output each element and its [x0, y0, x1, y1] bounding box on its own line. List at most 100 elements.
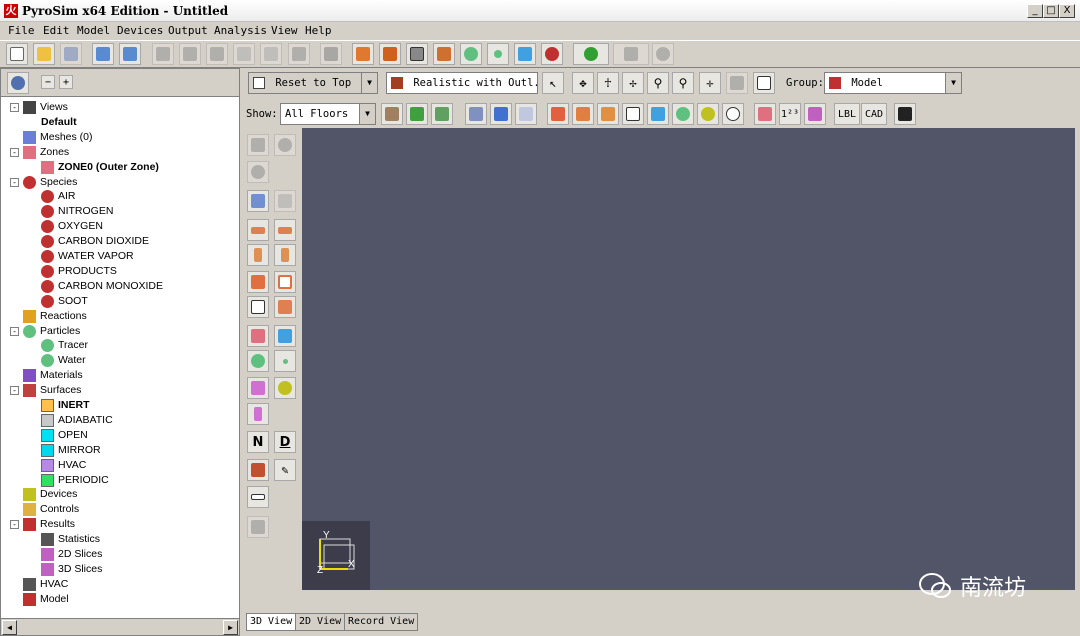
save-icon[interactable] — [60, 43, 82, 65]
mesh-split-icon[interactable] — [274, 190, 296, 212]
block-tool-icon[interactable] — [247, 271, 269, 293]
tree-item[interactable]: AIR — [41, 189, 76, 204]
render-mode-dropdown[interactable]: Realistic with Outl... — [386, 72, 538, 94]
expand-all-button[interactable]: + — [59, 75, 73, 89]
tree-item[interactable]: SOOT — [41, 294, 88, 309]
wall-poly-icon[interactable] — [274, 244, 296, 266]
room-tool-icon[interactable] — [274, 271, 296, 293]
mesh-wire-icon[interactable] — [515, 103, 537, 125]
edit-icon[interactable] — [433, 43, 455, 65]
tree-item[interactable]: 3D Slices — [41, 562, 102, 577]
tree-item[interactable]: Statistics — [41, 532, 100, 547]
pan-icon[interactable] — [247, 134, 269, 156]
obstruction-icon[interactable] — [352, 43, 374, 65]
background-image-icon[interactable] — [406, 103, 428, 125]
tree-item[interactable]: HVAC — [10, 577, 68, 592]
open-icon[interactable] — [33, 43, 55, 65]
tree-item[interactable]: INERT — [41, 398, 90, 413]
label-toggle-button[interactable]: LBL — [834, 103, 860, 125]
particles-tool-icon[interactable] — [247, 350, 269, 372]
zoom-box-icon[interactable]: ⚲ — [672, 72, 694, 94]
tree-item[interactable]: 2D Slices — [41, 547, 102, 562]
obstruction-show-icon[interactable] — [547, 103, 569, 125]
maximize-button[interactable]: □ — [1043, 4, 1059, 18]
slice-plane-icon[interactable] — [247, 403, 269, 425]
walk-tool-icon[interactable]: ☥ — [597, 72, 619, 94]
new-icon[interactable] — [6, 43, 28, 65]
tree-item[interactable]: Reactions — [10, 309, 87, 324]
properties-icon[interactable] — [320, 43, 342, 65]
fit-view-icon[interactable] — [753, 72, 775, 94]
tree-item[interactable]: PRODUCTS — [41, 264, 117, 279]
tree-expander-icon[interactable]: - — [10, 326, 19, 336]
tab-3d-view[interactable]: 3D View — [246, 613, 297, 631]
slab-tool-icon[interactable] — [247, 219, 269, 241]
paste-icon[interactable] — [260, 43, 282, 65]
tree-item[interactable]: NITROGEN — [41, 204, 113, 219]
hole-show-icon[interactable] — [572, 103, 594, 125]
tree-expander-icon[interactable]: - — [10, 386, 19, 396]
menu-help[interactable]: Help — [305, 24, 332, 37]
tree-item[interactable]: WATER VAPOR — [41, 249, 134, 264]
tree-item[interactable]: ZONE0 (Outer Zone) — [41, 160, 159, 175]
tree-item[interactable]: - Surfaces — [10, 383, 81, 398]
measure-icon[interactable] — [247, 486, 269, 508]
particle-point-icon[interactable] — [274, 350, 296, 372]
eyedropper-icon[interactable]: ✎ — [274, 459, 296, 481]
undo-icon[interactable] — [152, 43, 174, 65]
particles-icon[interactable] — [460, 43, 482, 65]
tree-item[interactable]: Devices — [10, 487, 77, 502]
vent-tool-icon[interactable] — [247, 296, 269, 318]
redo-icon[interactable] — [179, 43, 201, 65]
tree-item[interactable]: ADIABATIC — [41, 413, 113, 428]
mesh-icon[interactable] — [490, 103, 512, 125]
collapse-all-button[interactable]: − — [41, 75, 55, 89]
export-icon[interactable] — [119, 43, 141, 65]
tree-item[interactable]: Water — [41, 353, 86, 368]
tree-item[interactable]: - Views — [10, 100, 68, 115]
zoom-icon[interactable] — [247, 161, 269, 183]
wall-tool-icon[interactable] — [247, 244, 269, 266]
tree-item[interactable]: OXYGEN — [41, 219, 103, 234]
navigator-icon[interactable] — [7, 72, 29, 94]
tree-item[interactable]: - Species — [10, 175, 77, 190]
mesh-outline-icon[interactable] — [465, 103, 487, 125]
tree-item[interactable]: Default — [41, 115, 77, 130]
tree-item[interactable]: - Zones — [10, 145, 69, 160]
copy-icon[interactable] — [233, 43, 255, 65]
menu-file[interactable]: File — [8, 24, 35, 37]
grid-icon[interactable] — [726, 72, 748, 94]
paint-bucket-icon[interactable] — [247, 459, 269, 481]
tree-item[interactable]: Model — [10, 592, 69, 607]
crosshair-icon[interactable]: ✛ — [699, 72, 721, 94]
zone-tool-icon[interactable] — [247, 325, 269, 347]
tree-item[interactable]: Controls — [10, 502, 79, 517]
pause-icon[interactable] — [613, 43, 649, 65]
menu-analysis[interactable]: Analysis — [214, 24, 267, 37]
tree-expander-icon[interactable]: - — [10, 147, 19, 157]
menu-output[interactable]: Output — [168, 24, 208, 37]
menu-devices[interactable]: Devices — [117, 24, 163, 37]
menu-view[interactable]: View — [271, 24, 298, 37]
group-dropdown[interactable]: Model ▼ — [824, 72, 962, 94]
select-tool-icon[interactable]: ↖ — [542, 72, 564, 94]
tree-expander-icon[interactable]: - — [10, 520, 19, 530]
snap-icon[interactable] — [247, 516, 269, 538]
menu-model[interactable]: Model — [77, 24, 110, 37]
floors-dropdown[interactable]: All Floors ▼ — [280, 103, 376, 125]
vent-show-icon[interactable] — [597, 103, 619, 125]
results-show-icon[interactable] — [804, 103, 826, 125]
tree-item[interactable]: PERIODIC — [41, 473, 109, 488]
particle-icon[interactable] — [487, 43, 509, 65]
menu-edit[interactable]: Edit — [43, 24, 70, 37]
tree-item[interactable]: MIRROR — [41, 443, 101, 458]
scroll-left-icon[interactable]: ◀ — [2, 620, 17, 635]
camera-icon[interactable] — [894, 103, 916, 125]
slice-tool-icon[interactable] — [247, 377, 269, 399]
tree-item[interactable]: OPEN — [41, 428, 88, 443]
3d-viewport[interactable] — [302, 128, 1075, 590]
statistics-show-icon[interactable]: 1²³ — [779, 103, 801, 125]
cut-icon[interactable] — [206, 43, 228, 65]
mesh-tool-icon[interactable] — [247, 190, 269, 212]
run-icon[interactable] — [573, 43, 609, 65]
